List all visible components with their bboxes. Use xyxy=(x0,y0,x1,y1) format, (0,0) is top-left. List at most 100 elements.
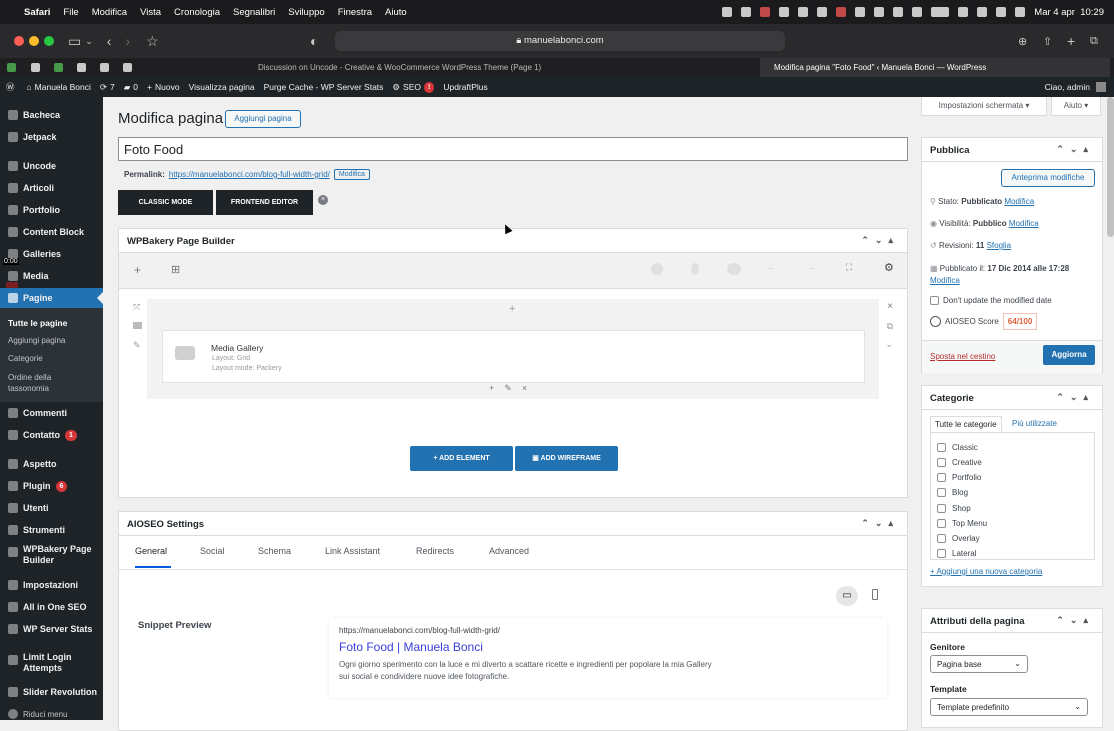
address-bar[interactable]: 🔒︎ manuelabonci.com xyxy=(335,31,785,51)
pinned-tab-icon[interactable] xyxy=(77,63,86,72)
sidebar-item-all-in-one-seo[interactable]: All in One SEO xyxy=(0,597,103,617)
pinned-tab-icon[interactable] xyxy=(123,63,132,72)
status-edit-link[interactable]: Modifica xyxy=(1004,197,1034,206)
menu-finestra[interactable]: Finestra xyxy=(338,7,372,18)
permalink-edit-button[interactable]: Modifica xyxy=(333,169,370,180)
comments-link[interactable]: ▰ 0 xyxy=(124,82,138,93)
category-item[interactable]: Lateral xyxy=(937,549,976,559)
sidebar-item-plugin[interactable]: Plugin 6 xyxy=(0,476,103,496)
pinned-tab-icon[interactable] xyxy=(7,63,16,72)
minimize-window-button[interactable] xyxy=(29,36,39,46)
dont-update-row[interactable]: Don't update the modified date xyxy=(930,296,1052,306)
mobile-preview-icon[interactable] xyxy=(872,589,878,600)
category-checkbox[interactable] xyxy=(937,488,946,498)
cloud-icon[interactable] xyxy=(727,263,741,275)
sidebar-item-bacheca[interactable]: Bacheca xyxy=(0,105,103,125)
update-button[interactable]: Aggiorna xyxy=(1043,345,1095,365)
sidebar-item-articoli[interactable]: Articoli xyxy=(0,178,103,198)
sidebar-item-uncode[interactable]: Uncode xyxy=(0,156,103,176)
volume-icon[interactable] xyxy=(893,7,904,17)
sidebar-item-slider-revolution[interactable]: Slider Revolution xyxy=(0,682,103,702)
updraftplus-link[interactable]: UpdraftPlus xyxy=(443,82,487,92)
category-item[interactable]: Creative xyxy=(937,458,982,468)
arrow-right-icon[interactable]: → xyxy=(807,262,816,272)
menu-file[interactable]: File xyxy=(63,7,78,18)
menu-vista[interactable]: Vista xyxy=(140,7,161,18)
tab-modifica-pagina[interactable]: Modifica pagina "Foto Food" ‹ Manuela Bo… xyxy=(760,58,1110,77)
add-icon[interactable]: + xyxy=(134,263,141,277)
shield-icon[interactable]: ◐ xyxy=(310,33,318,49)
aioseo-score-badge[interactable]: 64/100 xyxy=(1002,313,1038,330)
submenu-aggiungi-pagina[interactable]: Aggiungi pagina xyxy=(8,336,65,345)
category-item[interactable]: Top Menu xyxy=(937,519,987,529)
template-icon[interactable]: ⊞ xyxy=(171,263,180,276)
user-greeting[interactable]: Ciao, admin xyxy=(1045,82,1106,92)
control-center-icon[interactable] xyxy=(996,7,1007,17)
row-toggle-icon[interactable]: ⌄ xyxy=(885,339,893,350)
parent-select[interactable]: Pagina base ⌄ xyxy=(930,655,1028,673)
pencil-icon[interactable]: ✎ xyxy=(504,383,512,394)
published-edit-link[interactable]: Modifica xyxy=(930,276,960,285)
tab-redirects[interactable]: Redirects xyxy=(416,546,454,556)
classic-mode-button[interactable]: CLASSIC MODE xyxy=(118,190,213,215)
siri-icon[interactable] xyxy=(1015,7,1026,17)
submenu-ordine-tassonomia[interactable]: Ordine della tassonomia xyxy=(8,372,68,394)
pinned-tab-icon[interactable] xyxy=(54,63,63,72)
submenu-tutte-le-pagine[interactable]: Tutte le pagine xyxy=(8,318,67,328)
sidebar-item-content-block[interactable]: Content Block xyxy=(0,222,103,242)
arrow-left-icon[interactable]: ← xyxy=(767,262,776,272)
category-item[interactable]: Blog xyxy=(937,488,968,498)
category-item[interactable]: Shop xyxy=(937,504,971,514)
permalink-url[interactable]: https://manuelabonci.com/blog-full-width… xyxy=(169,170,330,179)
preview-changes-button[interactable]: Anteprima modifiche xyxy=(1001,169,1095,187)
sidebar-item-portfolio[interactable]: Portfolio xyxy=(0,200,103,220)
status-icon[interactable] xyxy=(836,7,847,17)
title-input[interactable]: Foto Food xyxy=(118,137,908,161)
submenu-categorie[interactable]: Categorie xyxy=(8,354,43,363)
sidebar-item-commenti[interactable]: Commenti xyxy=(0,403,103,423)
tab-general[interactable]: General xyxy=(135,546,172,568)
download-icon[interactable]: ⊕ xyxy=(1018,35,1027,48)
move-to-trash-link[interactable]: Sposta nel cestino xyxy=(930,352,995,361)
pinned-tab-icon[interactable] xyxy=(31,63,40,72)
category-checkbox[interactable] xyxy=(937,443,946,453)
play-icon[interactable] xyxy=(912,7,923,17)
row-clone-icon[interactable]: ⧉ xyxy=(887,321,893,332)
sidebar-item-jetpack[interactable]: Jetpack xyxy=(0,127,103,147)
close-window-button[interactable] xyxy=(14,36,24,46)
search-icon[interactable] xyxy=(977,7,988,17)
battery-icon[interactable] xyxy=(931,7,950,17)
frontend-editor-button[interactable]: FRONTEND EDITOR xyxy=(216,190,313,215)
help-button[interactable]: Aiuto ▾ xyxy=(1051,97,1101,116)
box-controls-icon[interactable]: ⌃⌄▴ xyxy=(861,518,899,529)
sidebar-item-strumenti[interactable]: Strumenti xyxy=(0,520,103,540)
media-gallery-element[interactable]: Media Gallery Layout: Grid Layout mode: … xyxy=(162,330,865,383)
sidebar-item-pagine[interactable]: Pagine xyxy=(0,288,103,308)
close-icon[interactable]: × xyxy=(522,383,527,394)
screen-options-button[interactable]: Impostazioni schermata ▾ xyxy=(921,97,1047,116)
wordpress-logo-icon[interactable]: Ⓦ xyxy=(6,81,15,93)
sidebar-item-utenti[interactable]: Utenti xyxy=(0,498,103,518)
seo-link[interactable]: ⚙ SEO! xyxy=(392,81,435,93)
category-checkbox[interactable] xyxy=(937,534,946,544)
category-checkbox[interactable] xyxy=(937,549,946,559)
zoom-window-button[interactable] xyxy=(44,36,54,46)
redo-icon[interactable] xyxy=(691,263,699,275)
close-circle-icon[interactable]: × xyxy=(318,195,328,205)
menu-modifica[interactable]: Modifica xyxy=(92,7,127,18)
forward-icon[interactable]: › xyxy=(125,33,130,49)
back-icon[interactable]: ‹ xyxy=(107,33,112,49)
chevron-down-icon[interactable]: ⌄ xyxy=(85,36,93,47)
box-controls-icon[interactable]: ⌃⌄▴ xyxy=(861,235,899,246)
add-icon[interactable]: + xyxy=(489,383,494,394)
row-move-icon[interactable]: ⤧ xyxy=(133,302,140,313)
desktop-preview-icon[interactable]: ▭ xyxy=(836,586,858,606)
menu-cronologia[interactable]: Cronologia xyxy=(174,7,220,18)
app-menu[interactable]: Safari xyxy=(24,7,50,18)
category-item[interactable]: Overlay xyxy=(937,534,980,544)
category-checkbox[interactable] xyxy=(937,473,946,483)
tab-overview-icon[interactable]: ⧉ xyxy=(1090,35,1098,48)
sidebar-item-aspetto[interactable]: Aspetto xyxy=(0,454,103,474)
tab-link-assistant[interactable]: Link Assistant xyxy=(325,546,380,556)
status-icon[interactable] xyxy=(798,7,809,17)
